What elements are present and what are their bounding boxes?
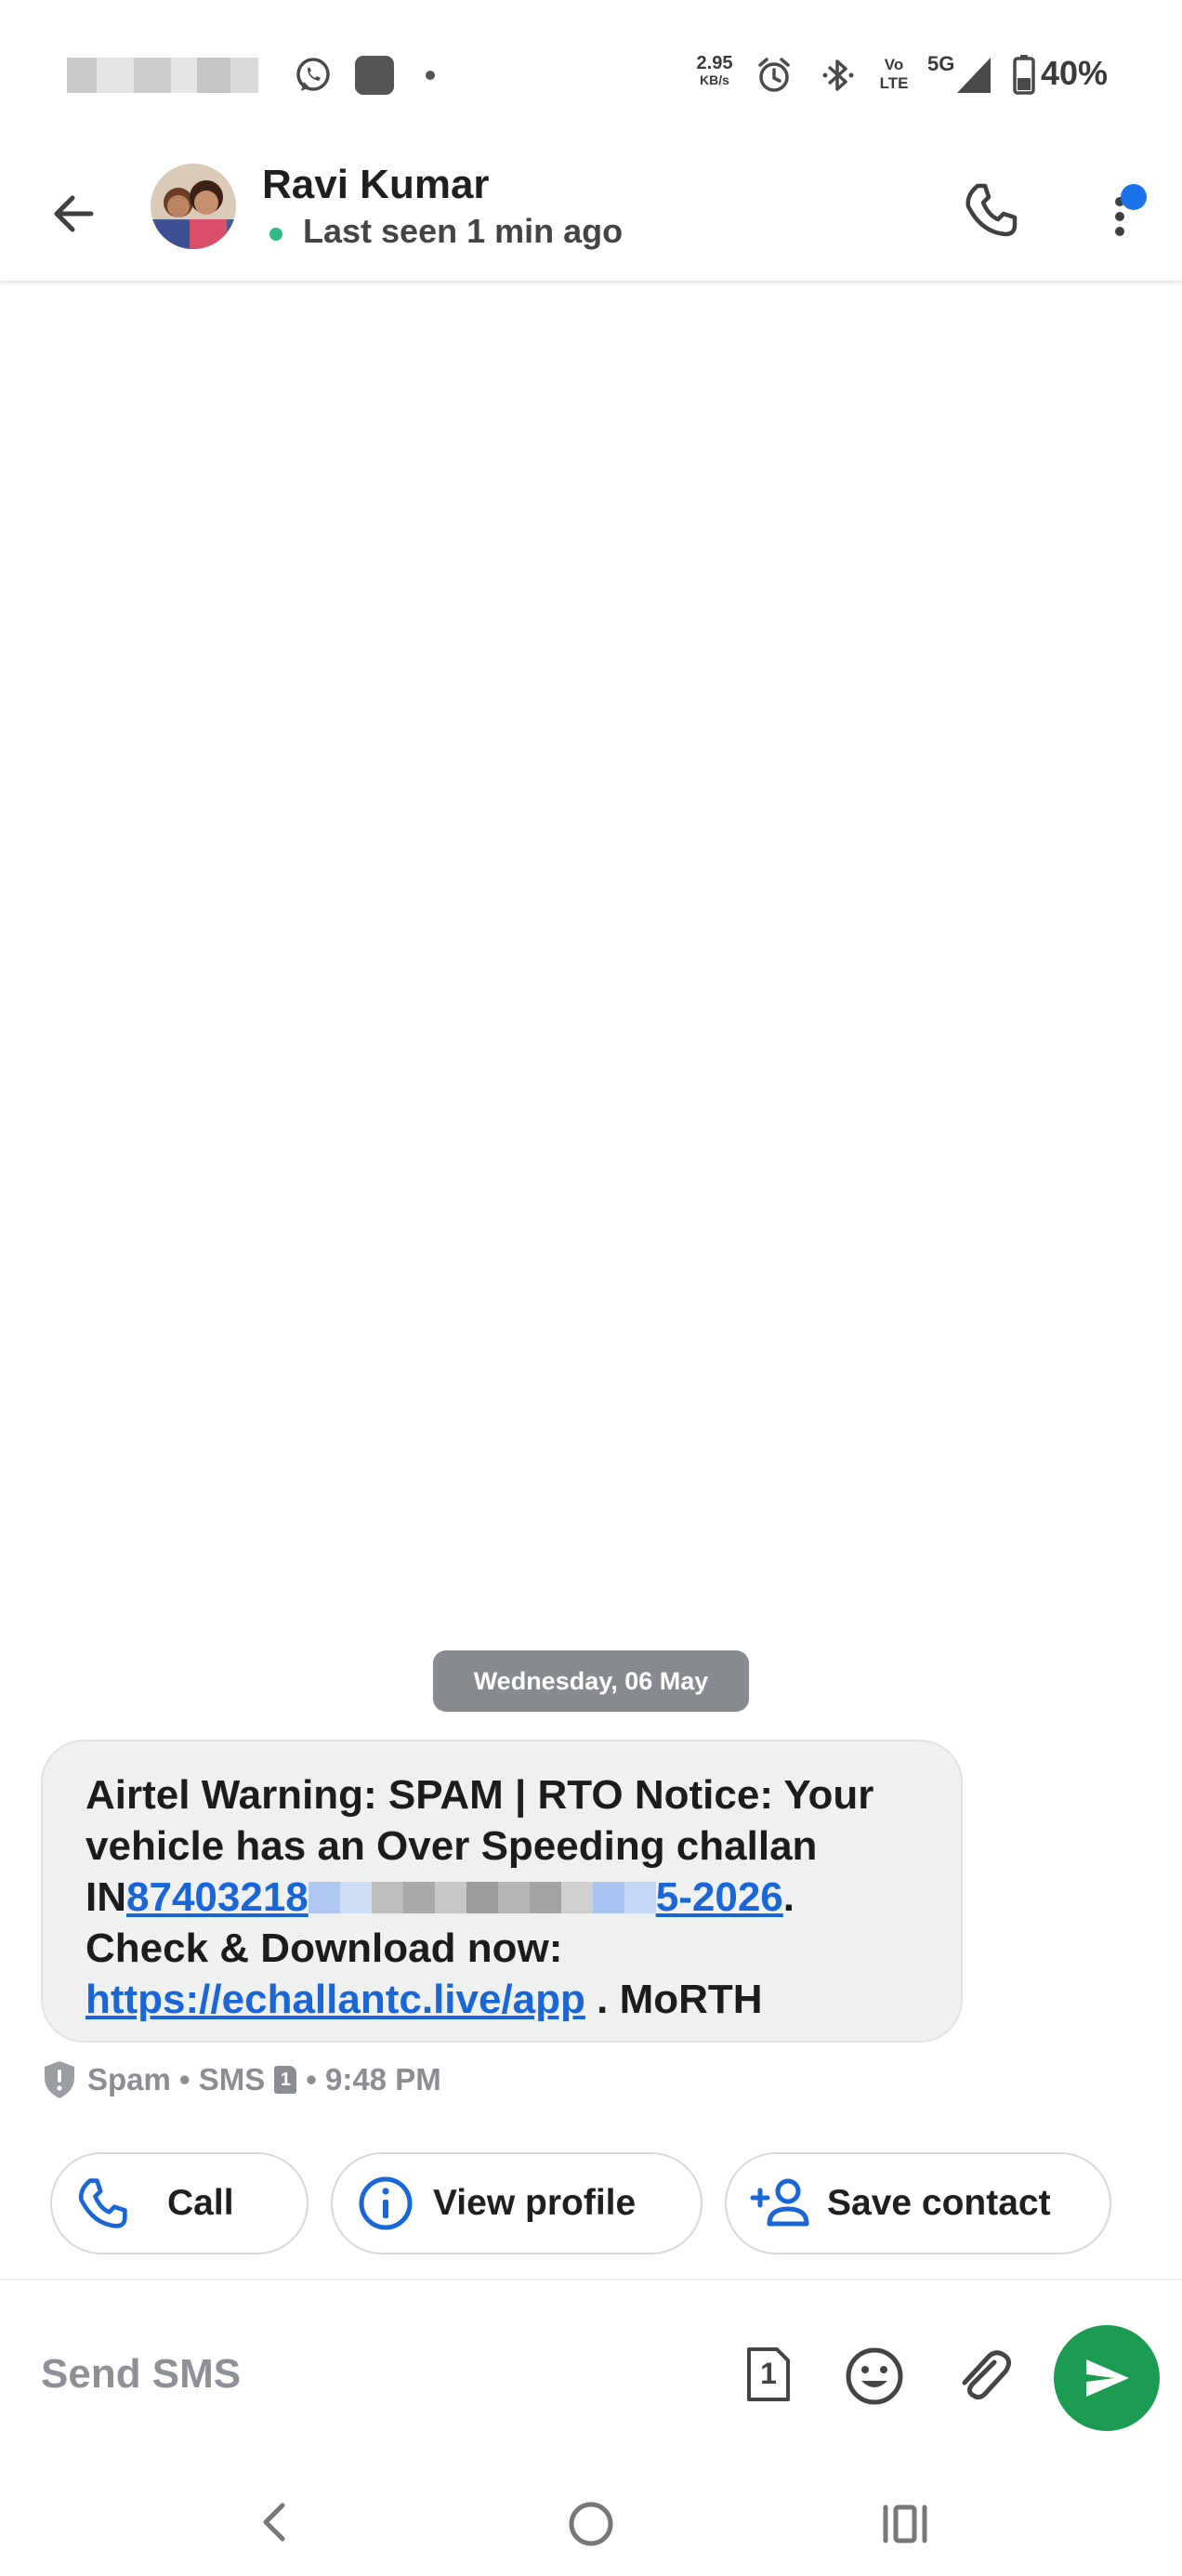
redacted-challan-digits [308, 1874, 656, 1920]
conversation-header: Ravi Kumar Last seen 1 min ago [0, 149, 1182, 281]
spam-shield-icon [45, 2061, 74, 2098]
sms-input-field[interactable]: Send SMS [41, 2351, 241, 2398]
view-profile-button[interactable]: View profile [331, 2152, 703, 2254]
message-meta: Spam • SMS 1 • 9:48 PM [41, 2056, 441, 2104]
nav-back-icon[interactable] [251, 2496, 297, 2548]
message-line: Check & Download now: [85, 1925, 563, 1971]
contact-avatar[interactable] [151, 164, 236, 249]
network-type-label: 5G [927, 52, 955, 75]
nav-recents-icon[interactable] [879, 2498, 931, 2550]
whatsapp-icon [296, 58, 330, 91]
attachment-icon[interactable] [953, 2344, 1015, 2409]
date-separator: Wednesday, 06 May [433, 1650, 749, 1712]
network-speed: 2.95 KB/s [696, 53, 733, 87]
send-icon [1086, 2359, 1129, 2397]
last-seen-status: Last seen 1 min ago [303, 212, 624, 250]
alarm-icon [758, 58, 790, 92]
save-contact-button[interactable]: Save contact [725, 2152, 1111, 2254]
message-url-link[interactable]: https://echallantc.live/app [85, 1977, 585, 2022]
sim-indicator-icon: 1 [274, 2066, 297, 2094]
phone-icon [78, 2178, 127, 2228]
battery-percent: 40% [1041, 54, 1109, 92]
view-profile-label: View profile [433, 2183, 637, 2223]
back-arrow-icon[interactable] [46, 186, 102, 242]
message-line: vehicle has an Over Speeding challan [85, 1823, 818, 1869]
challan-number-line: IN87403218 5-2026. [85, 1874, 795, 1920]
message-type-label: Spam • SMS [87, 2062, 266, 2096]
signal-icon [957, 58, 991, 93]
add-person-icon [750, 2178, 809, 2227]
online-status-dot [269, 228, 282, 241]
bluetooth-icon [822, 59, 854, 91]
message-line: Airtel Warning: SPAM | RTO Notice: Your [85, 1772, 874, 1818]
info-icon [359, 2176, 413, 2230]
contact-name[interactable]: Ravi Kumar [262, 162, 490, 208]
battery-icon [1013, 55, 1035, 95]
save-contact-label: Save contact [827, 2183, 1051, 2223]
phone-call-icon[interactable] [961, 180, 1020, 240]
call-button[interactable]: Call [50, 2152, 309, 2254]
status-bar: 2.95 KB/s Vo LTE 5G 40% [0, 0, 1182, 149]
challan-number-link[interactable]: 87403218 5-2026 [126, 1874, 783, 1920]
call-button-label: Call [167, 2183, 234, 2223]
message-url-line: https://echallantc.live/app . MoRTH [85, 1977, 763, 2022]
overflow-menu-button[interactable] [1102, 180, 1154, 251]
nav-home-icon[interactable] [565, 2498, 617, 2550]
emoji-icon[interactable] [844, 2346, 905, 2407]
message-bubble[interactable]: Airtel Warning: SPAM | RTO Notice: Your … [41, 1740, 963, 2043]
challan-prefix: IN [85, 1874, 126, 1920]
notification-badge-dot [1121, 184, 1147, 210]
send-button[interactable] [1054, 2325, 1160, 2431]
volte-indicator: Vo LTE [879, 56, 909, 92]
message-time: • 9:48 PM [306, 2062, 441, 2096]
sim-select-number: 1 [760, 2357, 777, 2390]
system-navigation-bar [0, 2476, 1182, 2576]
more-notifications-dot [426, 71, 435, 80]
sim-select-button[interactable]: 1 [745, 2346, 792, 2403]
app-notification-icon [355, 56, 394, 95]
message-composer: Send SMS 1 [0, 2279, 1182, 2477]
